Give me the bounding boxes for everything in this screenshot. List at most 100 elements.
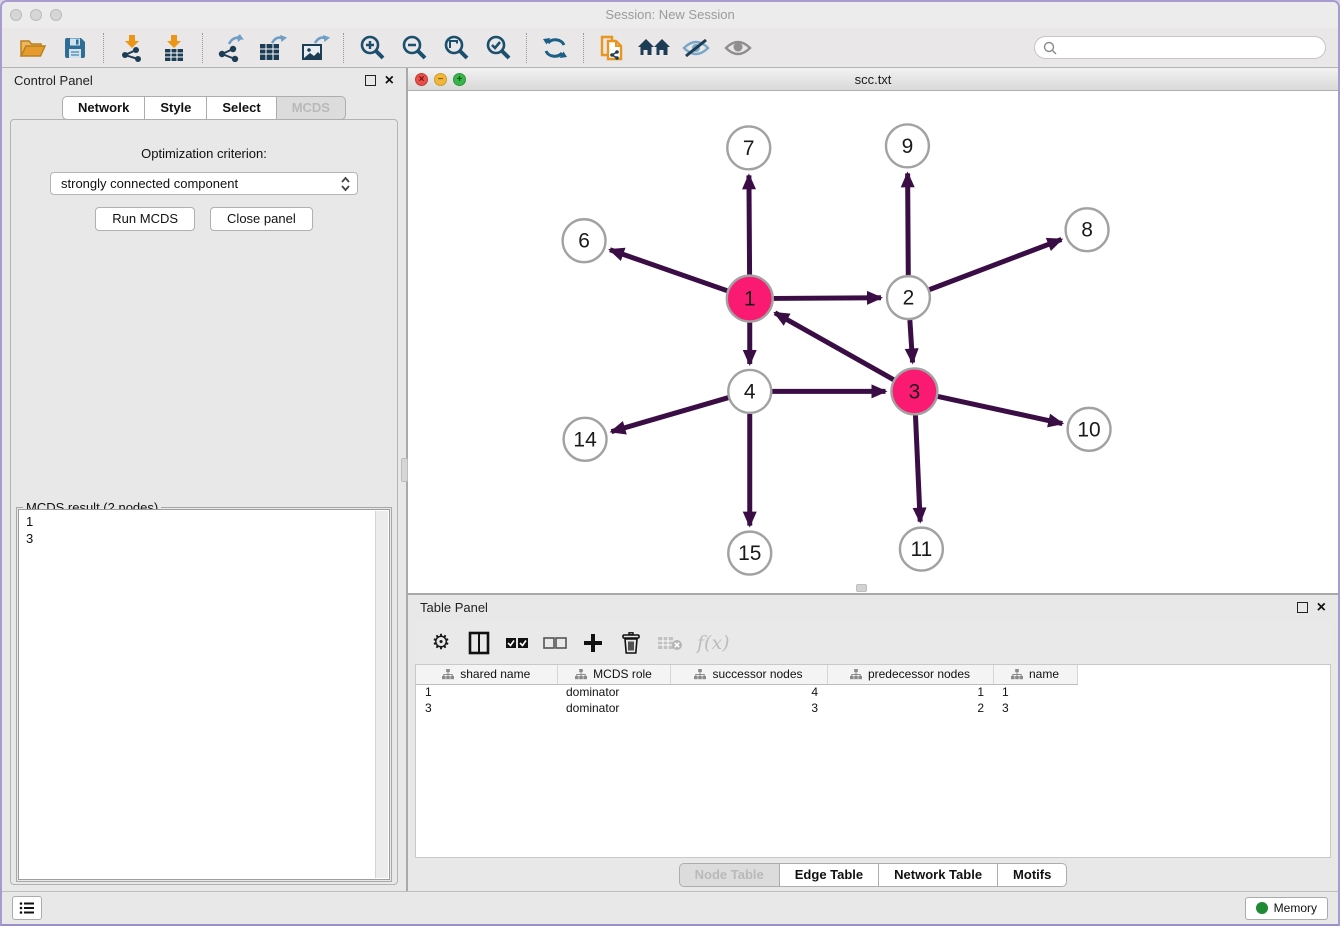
- tab-network-table[interactable]: Network Table: [879, 863, 998, 887]
- close-panel-icon[interactable]: ×: [385, 75, 394, 86]
- refresh-icon[interactable]: [536, 32, 574, 64]
- control-panel-tabs: NetworkStyleSelectMCDS: [2, 96, 406, 120]
- column-header-MCDS-role[interactable]: MCDS role: [557, 665, 670, 684]
- column-header-shared-name[interactable]: shared name: [416, 665, 557, 684]
- column-header-successor-nodes[interactable]: successor nodes: [670, 665, 827, 684]
- control-panel-title: Control Panel: [14, 73, 365, 88]
- eye-show-icon[interactable]: [719, 32, 757, 64]
- graph-edge-2-8[interactable]: [929, 239, 1061, 289]
- eye-hide-icon[interactable]: [677, 32, 715, 64]
- tab-mcds[interactable]: MCDS: [277, 96, 346, 120]
- copy-network-icon[interactable]: [593, 32, 631, 64]
- list-icon: [19, 901, 35, 915]
- table-cell[interactable]: 3: [416, 700, 557, 716]
- hierarchy-icon: [575, 669, 587, 680]
- import-network-icon[interactable]: [113, 32, 151, 64]
- zoom-fit-icon[interactable]: [437, 32, 475, 64]
- float-table-panel-icon[interactable]: [1297, 602, 1308, 613]
- panel-divider-grip[interactable]: [401, 458, 408, 482]
- graph-node-3[interactable]: 3: [891, 368, 937, 414]
- graph-node-4[interactable]: 4: [728, 370, 771, 413]
- table-cell[interactable]: 3: [993, 700, 1077, 716]
- table-cell[interactable]: 4: [670, 684, 827, 700]
- tab-motifs[interactable]: Motifs: [998, 863, 1067, 887]
- graph-edge-3-1[interactable]: [775, 313, 894, 380]
- graph-node-14[interactable]: 14: [564, 418, 607, 461]
- tab-select[interactable]: Select: [207, 96, 276, 120]
- table-cell[interactable]: dominator: [557, 684, 670, 700]
- table-cell[interactable]: 1: [416, 684, 557, 700]
- run-mcds-button[interactable]: Run MCDS: [95, 207, 195, 231]
- export-network-icon[interactable]: [212, 32, 250, 64]
- optimization-criterion-dropdown[interactable]: strongly connected component: [50, 172, 358, 195]
- graph-node-6[interactable]: 6: [563, 219, 606, 262]
- open-folder-icon[interactable]: [14, 32, 52, 64]
- graph-node-15[interactable]: 15: [728, 532, 771, 575]
- column-layout-icon[interactable]: [467, 630, 491, 656]
- table-cell[interactable]: 3: [670, 700, 827, 716]
- search-input[interactable]: [1062, 41, 1317, 55]
- graph-edge-1-6[interactable]: [610, 250, 727, 291]
- dropdown-selected-value: strongly connected component: [61, 176, 340, 191]
- column-header-name[interactable]: name: [993, 665, 1077, 684]
- gear-icon[interactable]: ⚙: [429, 630, 453, 656]
- export-table-icon[interactable]: [254, 32, 292, 64]
- graph-edge-1-2[interactable]: [774, 298, 881, 299]
- task-history-button[interactable]: [12, 896, 42, 920]
- graph-edge-3-11[interactable]: [915, 415, 920, 521]
- graph-edge-1-7[interactable]: [749, 175, 750, 274]
- export-image-icon[interactable]: [296, 32, 334, 64]
- main-toolbar: [2, 28, 1338, 68]
- tab-edge-table[interactable]: Edge Table: [780, 863, 879, 887]
- node-table[interactable]: shared nameMCDS rolesuccessor nodesprede…: [415, 664, 1331, 858]
- table-row[interactable]: 3dominator323: [416, 700, 1077, 716]
- close-panel-button[interactable]: Close panel: [210, 207, 313, 231]
- graph-edge-2-9[interactable]: [908, 173, 909, 275]
- float-panel-icon[interactable]: [365, 75, 376, 86]
- add-column-icon[interactable]: [581, 630, 605, 656]
- graph-node-9[interactable]: 9: [886, 124, 929, 167]
- import-table-icon[interactable]: [155, 32, 193, 64]
- tab-style[interactable]: Style: [145, 96, 207, 120]
- table-row[interactable]: 1dominator411: [416, 684, 1077, 700]
- select-all-checkboxes-icon[interactable]: [505, 630, 529, 656]
- result-scrollbar[interactable]: [375, 511, 388, 878]
- delete-column-icon[interactable]: [619, 630, 643, 656]
- graph-edge-2-3[interactable]: [910, 320, 913, 363]
- svg-text:7: 7: [743, 137, 755, 160]
- graph-node-7[interactable]: 7: [727, 126, 770, 169]
- graph-node-10[interactable]: 10: [1068, 408, 1111, 451]
- graph-node-2[interactable]: 2: [887, 276, 930, 319]
- table-cell[interactable]: 1: [993, 684, 1077, 700]
- column-header-predecessor-nodes[interactable]: predecessor nodes: [827, 665, 993, 684]
- search-field[interactable]: [1034, 36, 1326, 59]
- clear-checkboxes-icon[interactable]: [543, 630, 567, 656]
- dropdown-stepper-icon: [340, 176, 351, 192]
- close-table-panel-icon[interactable]: ×: [1317, 602, 1326, 613]
- canvas-scrollbar-thumb[interactable]: [856, 584, 867, 592]
- memory-button[interactable]: Memory: [1245, 897, 1328, 920]
- graph-node-1[interactable]: 1: [727, 276, 773, 322]
- zoom-in-icon[interactable]: [353, 32, 391, 64]
- svg-text:14: 14: [573, 428, 597, 451]
- table-cell[interactable]: 2: [827, 700, 993, 716]
- svg-text:15: 15: [738, 542, 761, 565]
- mcds-result-text[interactable]: 1 3: [18, 509, 390, 880]
- tab-network[interactable]: Network: [62, 96, 145, 120]
- zoom-out-icon[interactable]: [395, 32, 433, 64]
- network-view-window: × − + scc.txt 1 2 3 4 6 7 8 9 10 11 14 15: [408, 68, 1338, 595]
- save-icon[interactable]: [56, 32, 94, 64]
- graph-edge-3-10[interactable]: [938, 396, 1062, 423]
- zoom-selected-icon[interactable]: [479, 32, 517, 64]
- houses-icon[interactable]: [635, 32, 673, 64]
- table-cell[interactable]: dominator: [557, 700, 670, 716]
- network-canvas[interactable]: 1 2 3 4 6 7 8 9 10 11 14 15: [408, 91, 1338, 593]
- graph-node-11[interactable]: 11: [900, 528, 943, 571]
- tab-node-table[interactable]: Node Table: [679, 863, 780, 887]
- table-cell[interactable]: 1: [827, 684, 993, 700]
- graph-node-8[interactable]: 8: [1066, 208, 1109, 251]
- network-window-titlebar[interactable]: × − + scc.txt: [408, 68, 1338, 91]
- memory-status-icon: [1256, 902, 1268, 914]
- graph-edge-4-14[interactable]: [611, 398, 728, 432]
- hierarchy-icon: [694, 669, 706, 680]
